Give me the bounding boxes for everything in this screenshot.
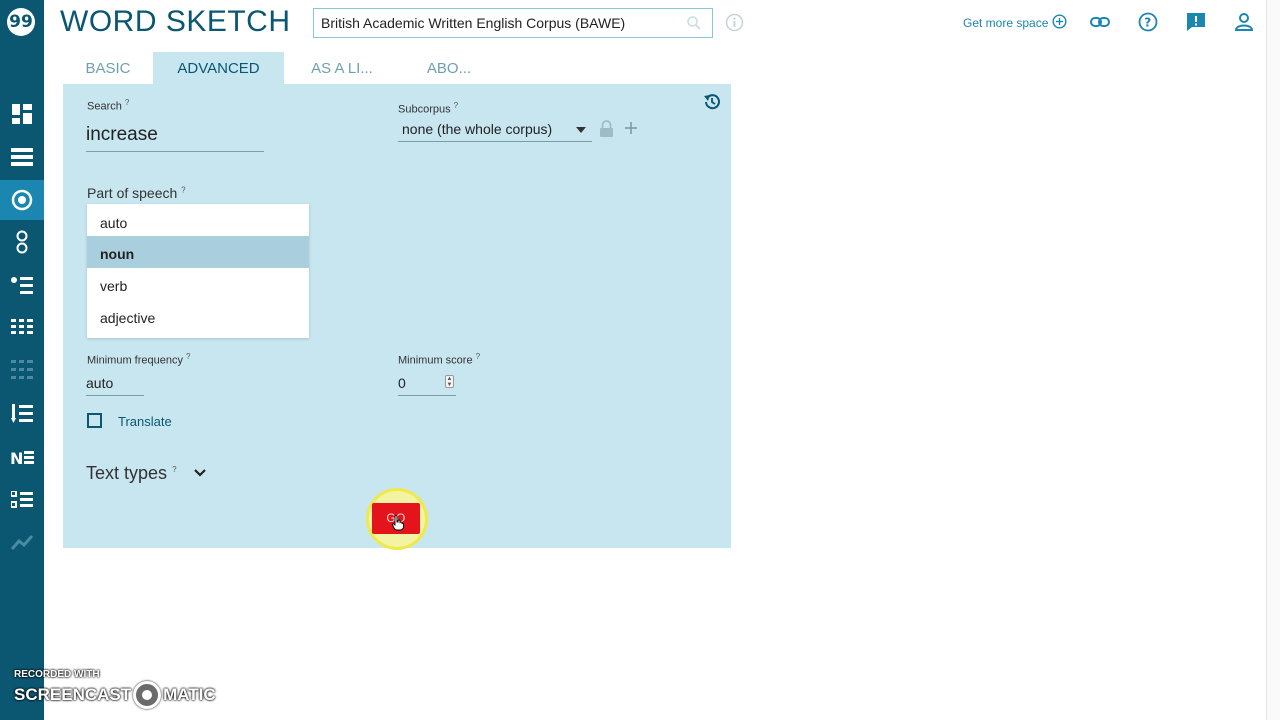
- chevron-down-icon: [576, 127, 586, 133]
- help-icon[interactable]: ?: [1138, 12, 1158, 37]
- hand-cursor-icon: [392, 515, 404, 536]
- tab-basic-label: BASIC: [85, 59, 131, 77]
- tab-about-label: ABO...: [426, 59, 472, 77]
- svg-text:?: ?: [1144, 16, 1151, 30]
- corpus-name: British Academic Written English Corpus …: [321, 15, 626, 31]
- watermark-logo-icon: [133, 681, 162, 709]
- watermark-left: SCREENCAST: [14, 685, 132, 704]
- page-title: WORD SKETCH: [60, 5, 291, 38]
- tab-as-a-list[interactable]: AS A LI...: [290, 52, 394, 84]
- stepper-icon[interactable]: ▲ ▼: [445, 375, 454, 388]
- pos-label: Part of speech ?: [87, 185, 186, 201]
- feedback-icon[interactable]: [1186, 12, 1206, 37]
- translate-label[interactable]: Translate: [118, 414, 172, 429]
- translate-checkbox[interactable]: [87, 413, 102, 428]
- subcorpus-label: Subcorpus ?: [398, 101, 459, 116]
- get-more-space-link[interactable]: Get more space: [963, 14, 1067, 32]
- user-icon[interactable]: [1234, 12, 1254, 37]
- sketch-diff-icon[interactable]: [0, 265, 44, 305]
- minfreq-input[interactable]: auto: [86, 372, 144, 396]
- history-icon[interactable]: [702, 92, 722, 117]
- more-space-label: Get more space: [963, 16, 1049, 30]
- pos-dropdown[interactable]: auto noun verb adjective: [87, 204, 309, 338]
- tab-basic[interactable]: BASIC: [63, 52, 153, 84]
- minfreq-help[interactable]: ?: [186, 352, 190, 361]
- parconc-icon[interactable]: [0, 350, 44, 390]
- search-icon[interactable]: [686, 15, 702, 36]
- watermark-right: MATIC: [163, 685, 216, 704]
- minfreq-label: Minimum frequency ?: [87, 352, 191, 367]
- keywords-icon[interactable]: N: [0, 437, 44, 477]
- link-icon[interactable]: [1090, 12, 1110, 37]
- pos-option-verb[interactable]: verb: [87, 268, 309, 300]
- sidebar: 99 N: [0, 0, 44, 720]
- minscore-input[interactable]: 0 ▲ ▼: [398, 372, 456, 396]
- svg-text:N: N: [10, 449, 23, 465]
- text-types-label[interactable]: Text types ?: [86, 463, 177, 484]
- ngrams-icon[interactable]: [0, 480, 44, 520]
- search-input[interactable]: increase: [86, 120, 264, 152]
- tab-advanced-label: ADVANCED: [177, 59, 260, 77]
- wordlist-icon[interactable]: [0, 394, 44, 434]
- minscore-value: 0: [398, 375, 406, 391]
- search-help[interactable]: ?: [125, 98, 129, 107]
- tab-about[interactable]: ABO...: [404, 52, 494, 84]
- plus-circle-icon: [1052, 14, 1067, 32]
- subcorpus-value: none (the whole corpus): [402, 121, 553, 137]
- search-label: Search ?: [87, 98, 130, 113]
- thesaurus-icon[interactable]: [0, 222, 44, 262]
- pos-option-adjective[interactable]: adjective: [87, 300, 309, 332]
- watermark-top: RECORDED WITH: [14, 669, 100, 680]
- trends-icon[interactable]: [0, 522, 44, 562]
- lock-icon[interactable]: [599, 120, 614, 143]
- dashboard-icon[interactable]: [0, 94, 44, 134]
- minscore-help[interactable]: ?: [476, 352, 480, 361]
- pos-option-auto[interactable]: auto: [87, 204, 309, 236]
- text-types-help[interactable]: ?: [172, 465, 176, 474]
- page-scrollbar[interactable]: [1266, 0, 1280, 720]
- subcorpus-select[interactable]: none (the whole corpus): [398, 118, 592, 142]
- tab-advanced[interactable]: ADVANCED: [153, 52, 284, 84]
- pos-option-noun[interactable]: noun: [87, 236, 309, 268]
- subcorpus-help[interactable]: ?: [454, 101, 458, 110]
- chevron-down-icon[interactable]: [193, 466, 207, 485]
- minscore-label: Minimum score ?: [398, 352, 481, 367]
- sketch-engine-logo[interactable]: 99: [7, 8, 35, 36]
- add-subcorpus-icon[interactable]: [624, 121, 638, 140]
- concordance-icon[interactable]: [0, 307, 44, 347]
- word-sketch-icon[interactable]: [0, 180, 44, 220]
- pos-help[interactable]: ?: [181, 185, 185, 194]
- screencast-watermark: RECORDED WITH SCREENCAST MATIC: [14, 669, 216, 709]
- info-icon[interactable]: [725, 13, 744, 37]
- corpus-selector[interactable]: British Academic Written English Corpus …: [313, 8, 713, 38]
- tab-as-a-list-label: AS A LI...: [311, 59, 373, 77]
- list-icon[interactable]: [0, 137, 44, 177]
